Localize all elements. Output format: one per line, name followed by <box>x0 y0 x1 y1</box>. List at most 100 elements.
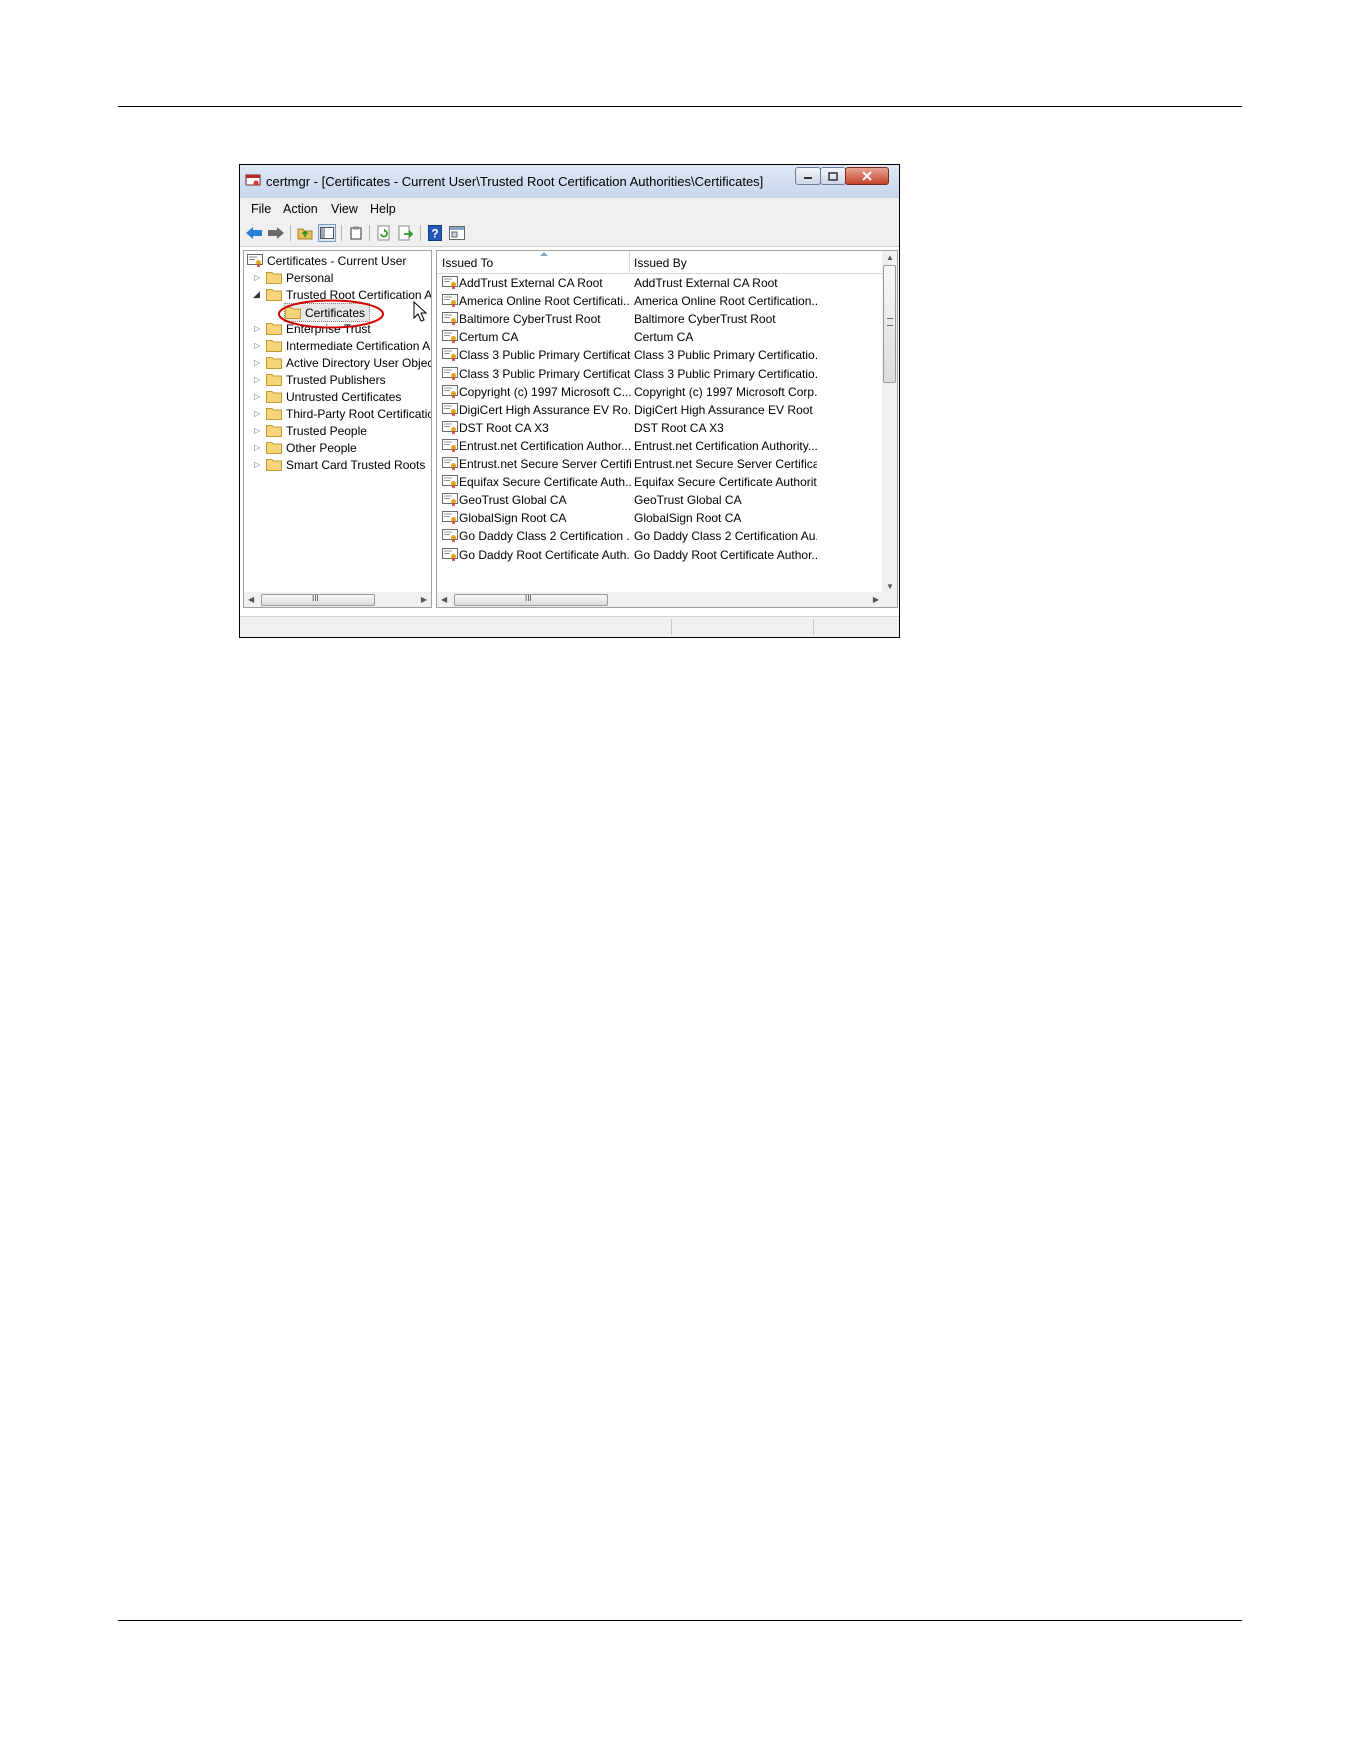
expand-arrow-icon[interactable]: ▷ <box>254 341 260 350</box>
table-row[interactable]: DST Root CA X3 DST Root CA X3 <box>437 419 882 437</box>
properties-button[interactable] <box>448 224 466 242</box>
certificate-icon <box>442 366 458 380</box>
table-row[interactable]: Class 3 Public Primary Certificat... Clas… <box>437 346 882 364</box>
issued-by-cell: Go Daddy Class 2 Certification Au... <box>634 529 817 544</box>
expand-arrow-icon[interactable]: ▷ <box>254 324 260 333</box>
table-row[interactable]: Class 3 Public Primary Certificat... Clas… <box>437 365 882 383</box>
folder-icon <box>266 425 282 437</box>
certificate-icon <box>442 348 458 362</box>
tree-item-active-directory[interactable]: Active Directory User Object <box>266 354 431 371</box>
scroll-right-icon[interactable]: ▶ <box>873 595 879 604</box>
scroll-down-icon[interactable]: ▼ <box>886 582 894 591</box>
tree-item-label: Trusted Publishers <box>286 372 386 387</box>
expand-arrow-icon[interactable]: ▷ <box>254 426 260 435</box>
up-folder-icon <box>297 228 313 240</box>
table-row[interactable]: AddTrust External CA Root AddTrust Extern… <box>437 274 882 292</box>
minimize-icon <box>804 177 812 179</box>
refresh-icon <box>377 225 390 241</box>
table-row[interactable]: Certum CA Certum CA <box>437 328 882 346</box>
expand-arrow-icon[interactable]: ▷ <box>254 443 260 452</box>
table-row[interactable]: Go Daddy Class 2 Certification ... Go Dad… <box>437 527 882 545</box>
svg-text:?: ? <box>431 227 438 241</box>
close-icon <box>862 171 872 181</box>
export-list-button[interactable] <box>397 224 415 242</box>
scroll-right-icon[interactable]: ▶ <box>421 595 427 604</box>
table-row[interactable]: Copyright (c) 1997 Microsoft C... Copyrig… <box>437 383 882 401</box>
certificate-icon <box>442 330 458 344</box>
toolbar: ? <box>240 220 899 247</box>
tree-item-intermediate[interactable]: Intermediate Certification Au <box>266 337 431 354</box>
table-row[interactable]: Baltimore CyberTrust Root Baltimore Cyber… <box>437 310 882 328</box>
certmgr-window: certmgr - [Certificates - Current User\T… <box>239 164 900 638</box>
column-header-issued-to[interactable]: Issued To <box>442 256 493 270</box>
scroll-grip: III <box>525 594 532 603</box>
tree-item-trusted-publishers[interactable]: Trusted Publishers <box>266 371 386 388</box>
refresh-button[interactable] <box>375 224 393 242</box>
show-hide-tree-icon <box>320 227 334 239</box>
up-one-level-button[interactable] <box>296 224 314 242</box>
scroll-thumb[interactable]: III <box>261 594 375 606</box>
tree-horizontal-scrollbar[interactable]: ◀ III ▶ <box>244 592 431 607</box>
expand-arrow-icon[interactable]: ▷ <box>254 273 260 282</box>
table-row[interactable]: Equifax Secure Certificate Auth... Equifa… <box>437 473 882 491</box>
expand-arrow-icon[interactable]: ▷ <box>254 392 260 401</box>
list-vertical-scrollbar[interactable]: ▲ ▼ <box>882 251 897 593</box>
table-row[interactable]: GlobalSign Root CA GlobalSign Root CA <box>437 509 882 527</box>
scroll-up-icon[interactable]: ▲ <box>886 253 894 262</box>
menu-view[interactable]: View <box>331 202 358 216</box>
issued-by-cell: Class 3 Public Primary Certificatio... <box>634 366 817 381</box>
close-button[interactable] <box>845 167 889 185</box>
scroll-left-icon[interactable]: ◀ <box>248 595 254 604</box>
back-button[interactable] <box>245 224 263 242</box>
tree-root[interactable]: Certificates - Current User <box>247 252 406 269</box>
issued-to-cell: Class 3 Public Primary Certificat... <box>459 348 631 363</box>
table-row[interactable]: America Online Root Certificati... Americ… <box>437 292 882 310</box>
scroll-thumb[interactable]: III <box>454 594 608 606</box>
table-row[interactable]: Entrust.net Secure Server Certifi... Entr… <box>437 455 882 473</box>
menu-file[interactable]: File <box>251 202 271 216</box>
expand-arrow-icon[interactable]: ▷ <box>254 460 260 469</box>
tree-item-other-people[interactable]: Other People <box>266 439 357 456</box>
certificate-icon <box>442 475 458 489</box>
menu-help[interactable]: Help <box>370 202 396 216</box>
table-row[interactable]: DigiCert High Assurance EV Ro... DigiCert… <box>437 401 882 419</box>
tree-item-personal[interactable]: Personal <box>266 269 333 286</box>
issued-to-cell: Go Daddy Class 2 Certification ... <box>459 529 631 544</box>
tree-item-third-party-root[interactable]: Third-Party Root Certificatior <box>266 405 432 422</box>
scroll-thumb[interactable] <box>883 265 896 383</box>
collapse-arrow-icon[interactable]: ◢ <box>253 289 260 300</box>
table-row[interactable]: Go Daddy Root Certificate Auth... Go Dadd… <box>437 546 882 564</box>
issued-to-cell: Go Daddy Root Certificate Auth... <box>459 547 631 562</box>
issued-by-cell: DST Root CA X3 <box>634 420 724 435</box>
table-row[interactable]: Entrust.net Certification Author... Entru… <box>437 437 882 455</box>
issued-to-cell: GlobalSign Root CA <box>459 511 567 526</box>
menu-bar: File Action View Help <box>240 198 899 221</box>
highlight-circle <box>278 299 384 329</box>
expand-arrow-icon[interactable]: ▷ <box>254 409 260 418</box>
issued-to-cell: America Online Root Certificati... <box>459 294 631 309</box>
certificate-icon <box>442 529 458 543</box>
table-row[interactable]: GeoTrust Global CA GeoTrust Global CA <box>437 491 882 509</box>
menu-action[interactable]: Action <box>283 202 318 216</box>
list-horizontal-scrollbar[interactable]: ◀ III ▶ <box>437 592 897 607</box>
tree-item-label: Trusted People <box>286 423 367 438</box>
export-list-clipboard-button[interactable] <box>347 224 365 242</box>
show-hide-console-tree-button[interactable] <box>318 224 336 242</box>
title-bar[interactable]: certmgr - [Certificates - Current User\T… <box>240 165 899 198</box>
tree-item-untrusted[interactable]: Untrusted Certificates <box>266 388 401 405</box>
help-button[interactable]: ? <box>426 224 444 242</box>
tree-item-label: Third-Party Root Certificatior <box>286 406 432 421</box>
issued-by-cell: Baltimore CyberTrust Root <box>634 312 776 327</box>
maximize-icon <box>828 171 838 181</box>
expand-arrow-icon[interactable]: ▷ <box>254 358 260 367</box>
scroll-left-icon[interactable]: ◀ <box>441 595 447 604</box>
maximize-button[interactable] <box>820 167 846 185</box>
column-header-issued-by[interactable]: Issued By <box>634 256 687 270</box>
expand-arrow-icon[interactable]: ▷ <box>254 375 260 384</box>
forward-button[interactable] <box>267 224 285 242</box>
minimize-button[interactable] <box>795 167 821 185</box>
page-footer-rule <box>118 1620 1242 1621</box>
certificate-icon <box>442 493 458 507</box>
tree-item-trusted-people[interactable]: Trusted People <box>266 422 367 439</box>
tree-item-smart-card[interactable]: Smart Card Trusted Roots <box>266 456 425 473</box>
